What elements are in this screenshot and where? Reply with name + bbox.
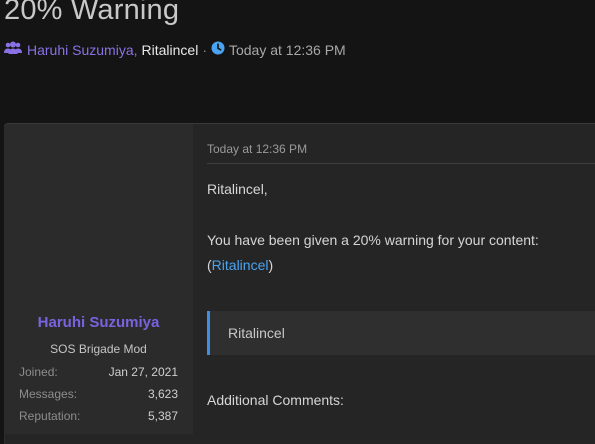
- message-divider: [207, 163, 595, 164]
- quote-block: Ritalincel: [207, 311, 595, 355]
- participants-icon: [4, 41, 22, 58]
- quote-text: Ritalincel: [228, 325, 285, 341]
- participant-link-ritalincel[interactable]: Ritalincel: [142, 42, 199, 58]
- content-link[interactable]: Ritalincel: [212, 257, 269, 273]
- page-title: 20% Warning: [4, 0, 180, 26]
- author-title: SOS Brigade Mod: [50, 342, 147, 356]
- author-username[interactable]: Haruhi Suzumiya: [4, 314, 193, 331]
- additional-comments-label: Additional Comments:: [207, 392, 344, 408]
- stat-label: Messages:: [19, 387, 78, 401]
- message-warning-line: You have been given a 20% warning for yo…: [207, 232, 539, 248]
- message-arrow: [183, 150, 193, 170]
- stat-label: Joined:: [19, 365, 58, 379]
- stat-value: 3,623: [147, 387, 178, 401]
- stat-value: 5,387: [147, 409, 178, 423]
- author-stat-joined: Joined: Jan 27, 2021: [19, 365, 178, 379]
- message-greeting: Ritalincel,: [207, 181, 268, 197]
- participant-comma: ,: [133, 41, 138, 58]
- paren-close: ): [268, 257, 274, 273]
- stat-label: Reputation:: [19, 409, 81, 423]
- author-stat-messages: Messages: 3,623: [19, 387, 178, 401]
- message-date[interactable]: Today at 12:36 PM: [207, 142, 307, 156]
- stat-value: Jan 27, 2021: [108, 365, 178, 379]
- participant-link-haruhi[interactable]: Haruhi Suzumiya: [27, 42, 134, 58]
- message-content: [193, 124, 595, 426]
- clock-icon: [211, 41, 225, 58]
- thread-timestamp[interactable]: Today at 12:36 PM: [229, 42, 346, 58]
- meta-separator: ·: [202, 41, 207, 58]
- author-stat-reputation: Reputation: 5,387: [19, 409, 178, 423]
- thread-meta: Haruhi Suzumiya, Ritalincel · Today at 1…: [4, 41, 346, 58]
- message-link-line: (Ritalincel): [207, 257, 273, 273]
